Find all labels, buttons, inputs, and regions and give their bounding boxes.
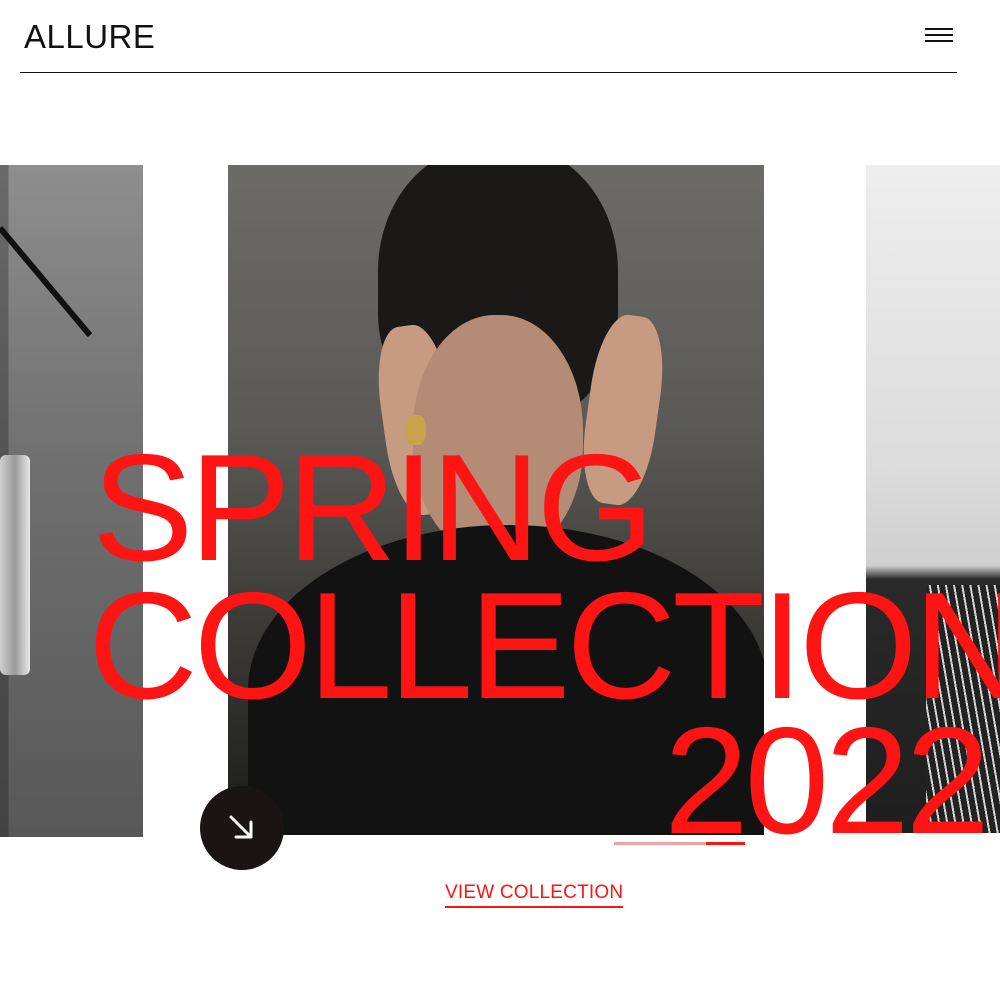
slider-progress-bar [614, 842, 745, 845]
brand-logo[interactable]: ALLURE [24, 18, 155, 56]
view-collection-link[interactable]: VIEW COLLECTION [445, 882, 624, 908]
slider-progress-fill [705, 842, 745, 845]
next-slide-button[interactable] [200, 786, 284, 870]
hamburger-menu-icon[interactable] [922, 24, 956, 46]
arrow-down-right-icon [229, 815, 253, 839]
header-divider [20, 72, 957, 73]
slide-image-previous[interactable] [0, 165, 143, 837]
slide-image-next[interactable] [866, 165, 1000, 833]
slide-image-current [228, 165, 764, 835]
